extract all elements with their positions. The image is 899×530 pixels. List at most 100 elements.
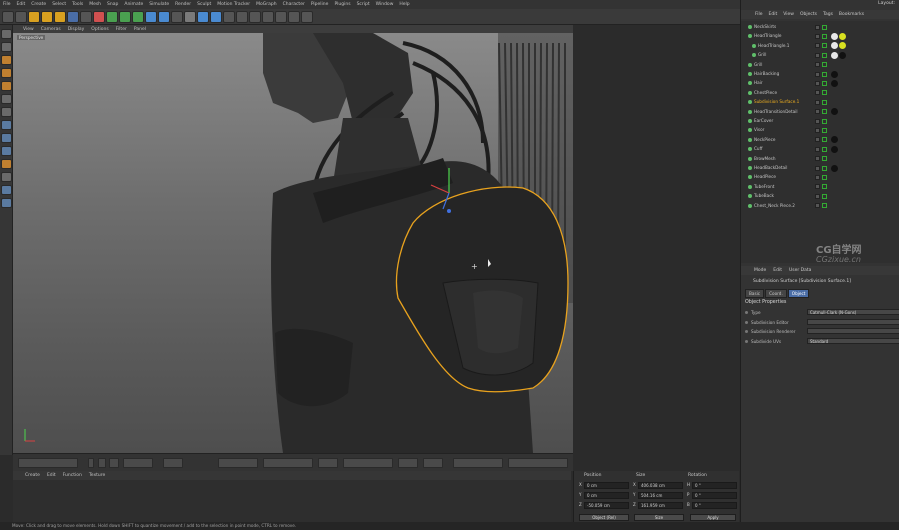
toolbar-tool-icon[interactable] bbox=[301, 11, 313, 23]
object-list-item[interactable]: TubeFront bbox=[741, 183, 899, 191]
toolbar-tool-icon[interactable] bbox=[210, 11, 222, 23]
object-manager-list[interactable]: CG自学网 CGzixue.cn NeckSkirts HeadTriangle H… bbox=[741, 21, 899, 264]
timeline-button[interactable] bbox=[218, 458, 258, 468]
material-tag-icon[interactable] bbox=[831, 42, 838, 50]
position-field[interactable]: 0 cm bbox=[584, 492, 629, 499]
viewport-menu-filter[interactable]: Filter bbox=[116, 27, 127, 32]
enable-checkmark[interactable] bbox=[822, 90, 827, 96]
material-manager-area[interactable] bbox=[13, 480, 571, 522]
menu-item-script[interactable]: Script bbox=[357, 2, 370, 7]
timeline-button[interactable] bbox=[343, 458, 393, 468]
menu-item-help[interactable]: Help bbox=[399, 2, 409, 7]
visibility-toggle[interactable] bbox=[815, 203, 820, 209]
object-list-item[interactable]: Grill bbox=[741, 51, 899, 59]
enable-checkmark[interactable] bbox=[822, 156, 827, 162]
material-tag-icon[interactable] bbox=[839, 32, 846, 40]
left-tool-icon[interactable] bbox=[1, 42, 12, 52]
menu-item-window[interactable]: Window bbox=[376, 2, 394, 7]
visibility-toggle[interactable] bbox=[815, 118, 820, 124]
size-field[interactable]: 161.959 cm bbox=[638, 502, 683, 509]
toolbar-tool-icon[interactable] bbox=[236, 11, 248, 23]
toolbar-tool-icon[interactable] bbox=[262, 11, 274, 23]
tab-coord[interactable]: Coord. bbox=[765, 289, 787, 298]
toolbar-tool-icon[interactable] bbox=[132, 11, 144, 23]
timeline-button[interactable] bbox=[398, 458, 418, 468]
attribute-menu-mode[interactable]: Mode bbox=[754, 268, 766, 273]
object-list-item[interactable]: HeadBackDetail bbox=[741, 164, 899, 172]
material-tag-icon[interactable] bbox=[831, 164, 838, 172]
visibility-toggle[interactable] bbox=[815, 43, 820, 49]
visibility-toggle[interactable] bbox=[815, 62, 820, 68]
left-tool-icon[interactable] bbox=[1, 68, 12, 78]
toolbar-tool-icon[interactable] bbox=[275, 11, 287, 23]
apply-button[interactable]: Apply bbox=[690, 514, 736, 521]
menu-item-motion-tracker[interactable]: Motion Tracker bbox=[217, 2, 250, 7]
enable-checkmark[interactable] bbox=[822, 62, 827, 68]
left-tool-icon[interactable] bbox=[1, 133, 12, 143]
size-field[interactable]: 504.16 cm bbox=[638, 492, 683, 499]
left-tool-icon[interactable] bbox=[1, 146, 12, 156]
visibility-toggle[interactable] bbox=[815, 137, 820, 143]
rotation-field[interactable]: 0 ° bbox=[692, 482, 737, 489]
enable-checkmark[interactable] bbox=[822, 193, 827, 199]
position-field[interactable]: -50.059 cm bbox=[584, 502, 629, 509]
property-value-field[interactable] bbox=[807, 328, 899, 334]
visibility-toggle[interactable] bbox=[815, 184, 820, 190]
visibility-toggle[interactable] bbox=[815, 33, 820, 39]
toolbar-tool-icon[interactable] bbox=[28, 11, 40, 23]
material-menu-edit[interactable]: Edit bbox=[47, 473, 56, 478]
attribute-menu-edit[interactable]: Edit bbox=[773, 268, 782, 273]
enable-checkmark[interactable] bbox=[822, 137, 827, 143]
object-list-item[interactable]: HeadPiece bbox=[741, 173, 899, 181]
timeline-button[interactable] bbox=[318, 458, 338, 468]
toolbar-tool-icon[interactable] bbox=[54, 11, 66, 23]
enable-checkmark[interactable] bbox=[822, 33, 827, 39]
visibility-toggle[interactable] bbox=[815, 156, 820, 162]
size-mode-select[interactable]: Size bbox=[634, 514, 684, 521]
enable-checkmark[interactable] bbox=[822, 118, 827, 124]
material-tag-icon[interactable] bbox=[831, 145, 838, 153]
position-field[interactable]: 0 cm bbox=[584, 482, 629, 489]
material-tag-icon[interactable] bbox=[839, 51, 846, 59]
toolbar-tool-icon[interactable] bbox=[145, 11, 157, 23]
object-list-item[interactable]: TubeBack bbox=[741, 192, 899, 200]
visibility-toggle[interactable] bbox=[815, 165, 820, 171]
timeline-button[interactable] bbox=[423, 458, 443, 468]
coordinate-mode-select[interactable]: Object (Rel) bbox=[579, 514, 629, 521]
visibility-toggle[interactable] bbox=[815, 71, 820, 77]
timeline-button[interactable] bbox=[263, 458, 313, 468]
toolbar-tool-icon[interactable] bbox=[15, 11, 27, 23]
visibility-toggle[interactable] bbox=[815, 174, 820, 180]
timeline-button[interactable] bbox=[109, 458, 119, 468]
visibility-toggle[interactable] bbox=[815, 99, 820, 105]
left-tool-icon[interactable] bbox=[1, 29, 12, 39]
enable-checkmark[interactable] bbox=[822, 165, 827, 171]
enable-checkmark[interactable] bbox=[822, 184, 827, 190]
visibility-toggle[interactable] bbox=[815, 52, 820, 58]
left-tool-icon[interactable] bbox=[1, 159, 12, 169]
left-tool-icon[interactable] bbox=[1, 55, 12, 65]
attribute-menu-user-data[interactable]: User Data bbox=[789, 268, 811, 273]
toolbar-tool-icon[interactable] bbox=[2, 11, 14, 23]
left-tool-icon[interactable] bbox=[1, 198, 12, 208]
toolbar-tool-icon[interactable] bbox=[67, 11, 79, 23]
enable-checkmark[interactable] bbox=[822, 203, 827, 209]
tab-basic[interactable]: Basic bbox=[745, 289, 765, 298]
left-tool-icon[interactable] bbox=[1, 107, 12, 117]
toolbar-tool-icon[interactable] bbox=[41, 11, 53, 23]
layout-label[interactable]: Layout: bbox=[878, 1, 895, 6]
menu-item-sculpt[interactable]: Sculpt bbox=[197, 2, 211, 7]
object-list-item[interactable]: Grill bbox=[741, 61, 899, 69]
timeline-button[interactable] bbox=[98, 458, 106, 468]
toolbar-tool-icon[interactable] bbox=[184, 11, 196, 23]
object-list-item[interactable]: HairBacking bbox=[741, 70, 899, 78]
menu-item-create[interactable]: Create bbox=[31, 2, 46, 7]
enable-checkmark[interactable] bbox=[822, 127, 827, 133]
toolbar-tool-icon[interactable] bbox=[223, 11, 235, 23]
toolbar-tool-icon[interactable] bbox=[80, 11, 92, 23]
timeline-button[interactable] bbox=[123, 458, 153, 468]
material-tag-icon[interactable] bbox=[831, 70, 838, 78]
object-list-item[interactable]: ChestPiece bbox=[741, 89, 899, 97]
toolbar-tool-icon[interactable] bbox=[93, 11, 105, 23]
object-menu-view[interactable]: View bbox=[783, 12, 794, 17]
